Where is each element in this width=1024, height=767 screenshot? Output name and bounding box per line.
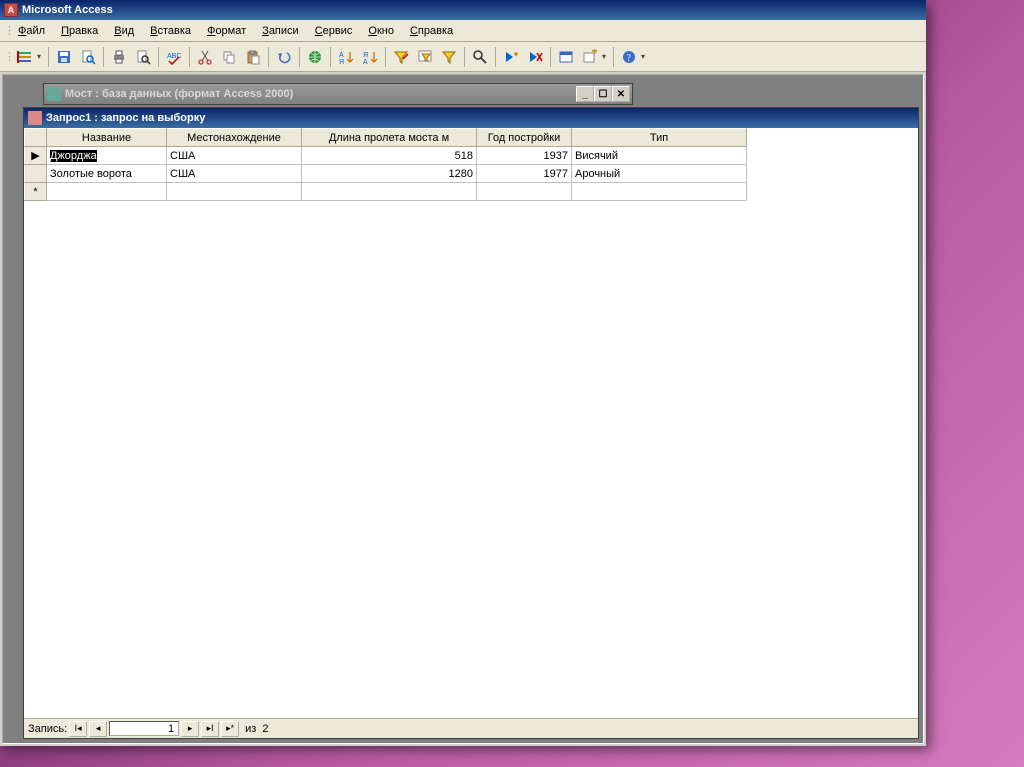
record-number-input[interactable] — [109, 721, 179, 736]
col-header-span[interactable]: Длина пролета моста м — [302, 129, 477, 147]
record-total: 2 — [262, 723, 268, 735]
find-button[interactable] — [469, 46, 491, 68]
nav-last-button[interactable]: ▸I — [201, 721, 219, 737]
access-app-window: A Microsoft Access ⋮ Файл Правка Вид Вст… — [0, 0, 926, 746]
db-close-button[interactable]: ✕ — [612, 86, 630, 102]
record-label: Запись: — [28, 723, 67, 735]
menubar: ⋮ Файл Правка Вид Вставка Формат Записи … — [0, 20, 926, 42]
query-window: Запрос1 : запрос на выборку Название Мес… — [23, 107, 919, 739]
toolbar: ⋮ ▾ ABC АЯ ЯА ▾ — [0, 42, 926, 72]
cell-span[interactable]: 518 — [302, 147, 477, 165]
cell-year[interactable]: 1937 — [477, 147, 572, 165]
menu-format[interactable]: Формат — [199, 22, 254, 40]
mdi-area: Мост : база данных (формат Access 2000) … — [2, 74, 924, 744]
print-button[interactable] — [108, 46, 130, 68]
database-window-button[interactable] — [555, 46, 577, 68]
paste-button[interactable] — [242, 46, 264, 68]
nav-next-button[interactable]: ▸ — [181, 721, 199, 737]
svg-text:А: А — [363, 59, 368, 65]
row-selector[interactable] — [25, 165, 47, 183]
data-table: Название Местонахождение Длина пролета м… — [24, 128, 747, 201]
row-selector-current[interactable]: ▶ — [25, 147, 47, 165]
sort-asc-button[interactable]: АЯ — [335, 46, 357, 68]
copy-button[interactable] — [218, 46, 240, 68]
menu-insert[interactable]: Вставка — [142, 22, 199, 40]
database-window-title: Мост : база данных (формат Access 2000) — [65, 88, 293, 100]
print-preview-button[interactable] — [132, 46, 154, 68]
svg-text:Я: Я — [363, 52, 368, 59]
menu-view[interactable]: Вид — [106, 22, 142, 40]
nav-prev-button[interactable]: ◂ — [89, 721, 107, 737]
menu-file[interactable]: Файл — [10, 22, 53, 40]
toggle-filter-button[interactable] — [438, 46, 460, 68]
undo-button[interactable] — [273, 46, 295, 68]
save-button[interactable] — [53, 46, 75, 68]
record-navigator: Запись: I◂ ◂ ▸ ▸I ▸* из 2 — [24, 718, 918, 738]
record-of-label: из — [245, 723, 256, 735]
filter-form-button[interactable] — [414, 46, 436, 68]
cell-type[interactable]: Висячий — [572, 147, 747, 165]
spellcheck-button[interactable]: ABC — [163, 46, 185, 68]
cell-name[interactable]: Джорджа — [47, 147, 167, 165]
menu-tools[interactable]: Сервис — [307, 22, 361, 40]
cell-location[interactable]: США — [167, 147, 302, 165]
cell-name[interactable]: Золотые ворота — [47, 165, 167, 183]
svg-text:А: А — [339, 52, 344, 59]
sort-desc-button[interactable]: ЯА — [359, 46, 381, 68]
cell-year[interactable]: 1977 — [477, 165, 572, 183]
nav-new-button[interactable]: ▸* — [221, 721, 239, 737]
app-title: Microsoft Access — [22, 4, 113, 16]
table-row[interactable]: Золотые ворота США 1280 1977 Арочный — [25, 165, 747, 183]
svg-text:ABC: ABC — [167, 53, 181, 60]
search-file-button[interactable] — [77, 46, 99, 68]
toolbar-options-dropdown[interactable]: ▾ — [638, 46, 648, 68]
col-header-location[interactable]: Местонахождение — [167, 129, 302, 147]
query-window-title: Запрос1 : запрос на выборку — [46, 112, 205, 124]
view-button[interactable] — [14, 46, 36, 68]
db-maximize-button[interactable]: ☐ — [594, 86, 612, 102]
cell-location[interactable]: США — [167, 165, 302, 183]
menu-window[interactable]: Окно — [360, 22, 402, 40]
menu-records[interactable]: Записи — [254, 22, 307, 40]
delete-record-button[interactable] — [524, 46, 546, 68]
db-minimize-button[interactable]: _ — [576, 86, 594, 102]
svg-text:?: ? — [627, 53, 632, 64]
query-window-titlebar[interactable]: Запрос1 : запрос на выборку — [24, 108, 918, 128]
new-object-dropdown[interactable]: ▾ — [599, 46, 609, 68]
view-dropdown[interactable]: ▾ — [34, 46, 44, 68]
col-header-type[interactable]: Тип — [572, 129, 747, 147]
access-app-icon: A — [4, 3, 18, 17]
query-window-icon — [28, 111, 42, 125]
cell-type[interactable]: Арочный — [572, 165, 747, 183]
col-header-name[interactable]: Название — [47, 129, 167, 147]
select-all-corner[interactable] — [25, 129, 47, 147]
app-titlebar: A Microsoft Access — [0, 0, 926, 20]
new-record-button[interactable] — [500, 46, 522, 68]
filter-selection-button[interactable] — [390, 46, 412, 68]
col-header-year[interactable]: Год постройки — [477, 129, 572, 147]
database-window[interactable]: Мост : база данных (формат Access 2000) … — [43, 83, 633, 105]
table-row[interactable]: ▶ Джорджа США 518 1937 Висячий — [25, 147, 747, 165]
datasheet-grid[interactable]: Название Местонахождение Длина пролета м… — [24, 128, 918, 718]
nav-first-button[interactable]: I◂ — [69, 721, 87, 737]
svg-text:Я: Я — [339, 59, 344, 65]
cell-span[interactable]: 1280 — [302, 165, 477, 183]
cut-button[interactable] — [194, 46, 216, 68]
header-row: Название Местонахождение Длина пролета м… — [25, 129, 747, 147]
help-button[interactable]: ? — [618, 46, 640, 68]
database-window-titlebar[interactable]: Мост : база данных (формат Access 2000) … — [43, 83, 633, 105]
menu-help[interactable]: Справка — [402, 22, 461, 40]
new-record-row[interactable]: * — [25, 183, 747, 201]
row-selector-new[interactable]: * — [25, 183, 47, 201]
hyperlink-button[interactable] — [304, 46, 326, 68]
menu-edit[interactable]: Правка — [53, 22, 106, 40]
new-object-button[interactable] — [579, 46, 601, 68]
toolbar-grip[interactable]: ⋮ — [4, 50, 10, 63]
database-window-icon — [47, 87, 61, 101]
